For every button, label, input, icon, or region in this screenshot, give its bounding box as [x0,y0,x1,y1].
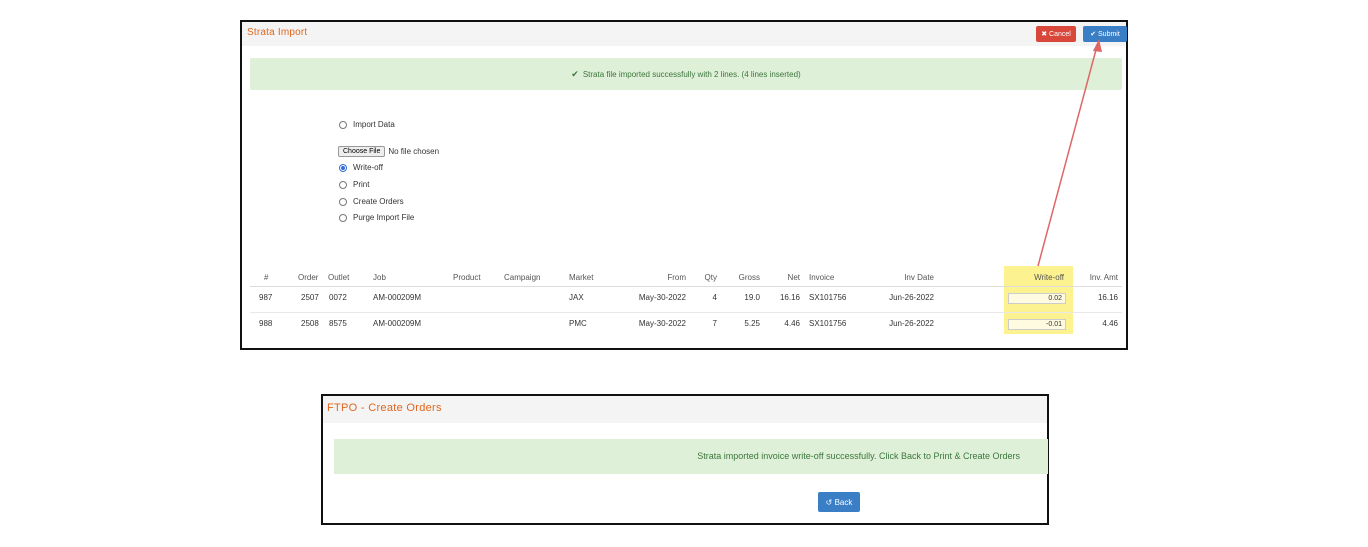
back-button[interactable]: ↺ Back [818,492,860,512]
create-orders-panel: FTPO - Create Orders Strata imported inv… [321,394,1049,525]
panel-title: FTPO - Create Orders [327,402,442,414]
alert-text: Strata imported invoice write-off succes… [697,451,1020,461]
panel-header: FTPO - Create Orders [323,396,1047,423]
undo-icon: ↺ [825,497,833,507]
success-alert: Strata imported invoice write-off succes… [334,439,1048,474]
back-label: Back [834,497,853,507]
